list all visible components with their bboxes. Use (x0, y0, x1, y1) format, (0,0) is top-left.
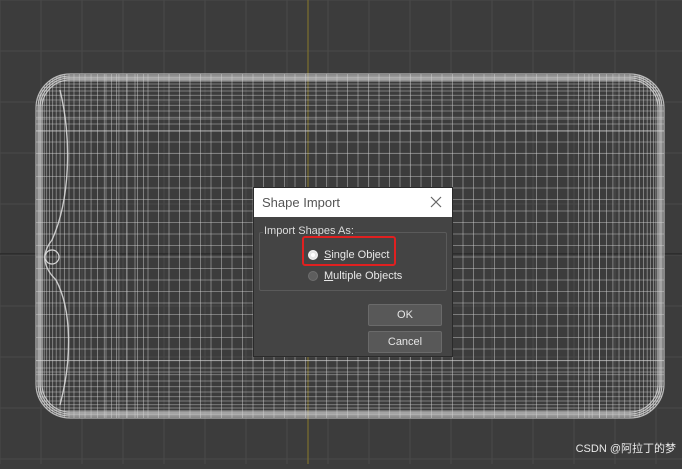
close-icon (430, 196, 442, 208)
cancel-button[interactable]: Cancel (368, 331, 442, 353)
multiple-objects-radio[interactable]: Multiple Objects (308, 270, 402, 282)
radio-unselected-indicator (308, 271, 318, 281)
ok-button[interactable]: OK (368, 304, 442, 326)
dialog-titlebar[interactable]: Shape Import (254, 188, 452, 217)
red-highlight-box (302, 236, 396, 266)
close-button[interactable] (426, 192, 446, 212)
multiple-objects-label: Multiple Objects (324, 270, 403, 282)
shape-import-dialog: Shape Import Import Shapes As: Single Ob… (253, 187, 453, 357)
dialog-title: Shape Import (262, 195, 341, 210)
watermark: CSDN @阿拉丁的梦 (575, 443, 676, 455)
